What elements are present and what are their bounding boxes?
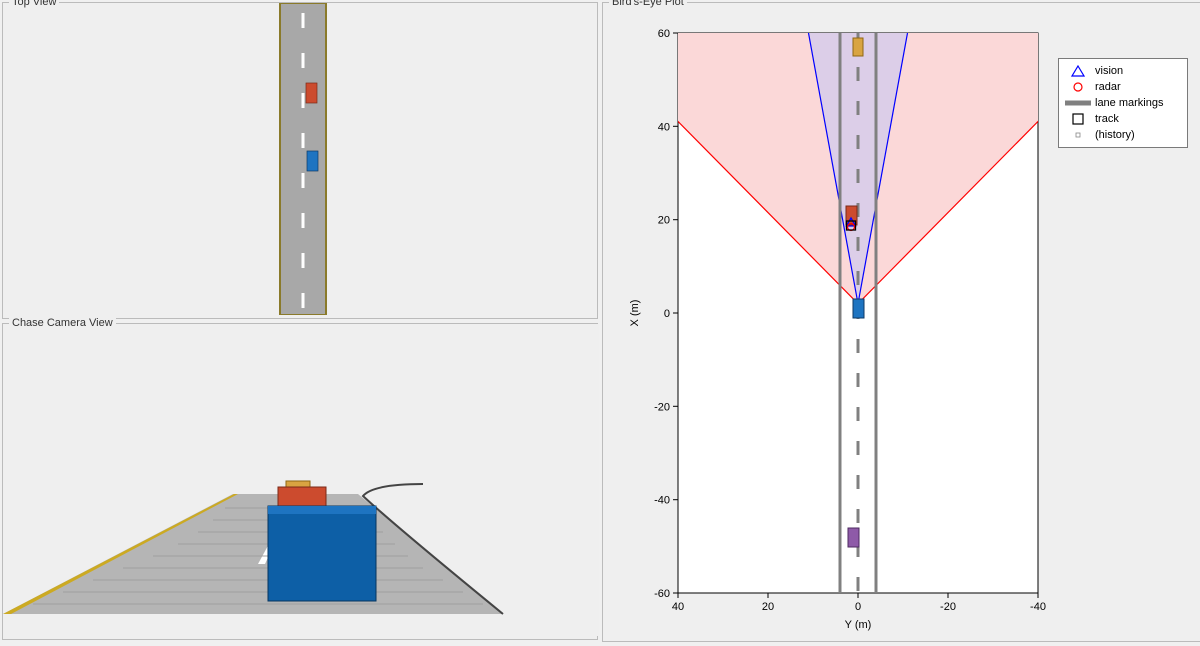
- chase-view-panel: Chase Camera View: [2, 323, 598, 640]
- chase-view-title: Chase Camera View: [9, 317, 116, 329]
- bep-ego-car: [853, 299, 864, 318]
- top-view-lead-car: [306, 83, 317, 103]
- xtick-0: 40: [672, 601, 684, 613]
- bep-far-car: [853, 38, 863, 56]
- chase-view-canvas: [3, 324, 599, 636]
- ytick-4: 20: [658, 215, 670, 227]
- legend-label-track: track: [1095, 113, 1119, 125]
- chase-ego-car: [268, 506, 376, 601]
- birdseye-panel: Bird's-Eye Plot: [602, 2, 1200, 642]
- legend-label-radar: radar: [1095, 81, 1121, 93]
- top-view-canvas: [3, 3, 599, 315]
- legend-label-history: (history): [1095, 129, 1135, 141]
- legend-row-history: (history): [1065, 127, 1181, 143]
- top-view-title: Top View: [9, 0, 59, 8]
- top-view-ego-car: [307, 151, 318, 171]
- y-axis-label: X (m): [629, 300, 641, 327]
- legend-row-lane: lane markings: [1065, 95, 1181, 111]
- xtick-1: 20: [762, 601, 774, 613]
- legend-row-track: track: [1065, 111, 1181, 127]
- legend-label-vision: vision: [1095, 65, 1123, 77]
- bep-rear-car: [848, 528, 859, 547]
- birdseye-title: Bird's-Eye Plot: [609, 0, 687, 8]
- road-surface: [280, 3, 326, 315]
- xtick-2: 0: [855, 601, 861, 613]
- legend-row-radar: radar: [1065, 79, 1181, 95]
- ytick-1: -40: [654, 495, 670, 507]
- legend: vision radar lane markings track (histor…: [1058, 58, 1188, 148]
- top-view-panel: Top View: [2, 2, 598, 319]
- left-column: Top View: [0, 0, 600, 640]
- x-axis-label: Y (m): [845, 619, 872, 631]
- ytick-6: 60: [658, 28, 670, 40]
- legend-label-lane: lane markings: [1095, 97, 1163, 109]
- chase-lead-car: [278, 487, 326, 507]
- ytick-3: 0: [664, 308, 670, 320]
- ytick-2: -20: [654, 401, 670, 413]
- ytick-0: -60: [654, 588, 670, 600]
- xtick-3: -20: [940, 601, 956, 613]
- legend-row-vision: vision: [1065, 63, 1181, 79]
- ytick-5: 40: [658, 121, 670, 133]
- xtick-4: -40: [1030, 601, 1046, 613]
- app-container: Top View: [0, 0, 1200, 640]
